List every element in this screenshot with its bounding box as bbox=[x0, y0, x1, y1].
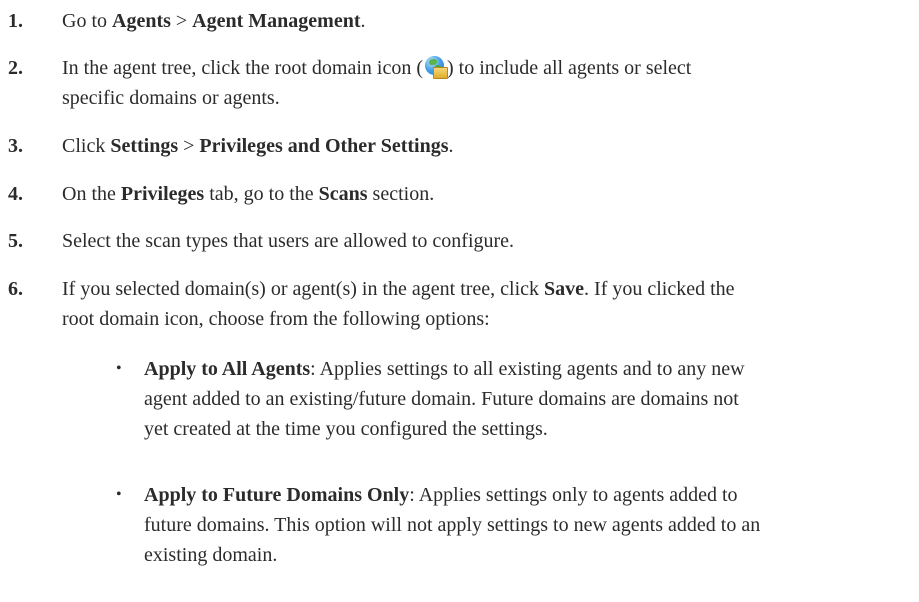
step-text: In the agent tree, click the root domain… bbox=[62, 53, 912, 113]
text-run: If you selected domain(s) or agent(s) in… bbox=[62, 278, 545, 300]
ui-term-scans: Scans bbox=[318, 183, 368, 205]
text-run: In the agent tree, click the root domain… bbox=[62, 57, 423, 79]
step-text: Click Settings > Privileges and Other Se… bbox=[62, 131, 912, 161]
option-title: Apply to All Agents bbox=[144, 358, 311, 380]
option-title: Apply to Future Domains Only bbox=[144, 484, 410, 506]
ui-term-agents: Agents bbox=[112, 10, 171, 32]
text-run: Click bbox=[62, 135, 111, 157]
text-run: : Applies settings to all existing agent… bbox=[310, 358, 745, 380]
text-run: . bbox=[448, 135, 454, 157]
text-run: On the bbox=[62, 183, 121, 205]
step-text: If you selected domain(s) or agent(s) in… bbox=[62, 274, 912, 334]
bullet-icon: • bbox=[116, 360, 122, 377]
text-run: ) to include all agents or select bbox=[446, 57, 692, 79]
text-run: : Applies settings only to agents added … bbox=[409, 484, 738, 506]
text-run: existing domain. bbox=[144, 544, 278, 566]
text-run: tab, go to the bbox=[204, 183, 319, 205]
step-number: 4. bbox=[8, 183, 23, 205]
text-run: root domain icon, choose from the follow… bbox=[62, 308, 490, 330]
step-number: 1. bbox=[8, 10, 23, 32]
text-run: > bbox=[170, 10, 193, 32]
text-run: > bbox=[178, 135, 200, 157]
text-run: Go to bbox=[62, 10, 112, 32]
text-run: yet created at the time you configured t… bbox=[144, 418, 548, 440]
ui-term-settings: Settings bbox=[110, 135, 179, 157]
step-number: 6. bbox=[8, 278, 23, 300]
step-text: Go to Agents > Agent Management. bbox=[62, 6, 912, 36]
step-number: 5. bbox=[8, 230, 23, 252]
ui-term-privileges-and-other-settings: Privileges and Other Settings bbox=[199, 135, 449, 157]
ui-term-privileges: Privileges bbox=[120, 183, 205, 205]
step-number: 3. bbox=[8, 135, 23, 157]
text-run: . bbox=[360, 10, 366, 32]
step-text: Select the scan types that users are all… bbox=[62, 230, 515, 252]
bullet-icon: • bbox=[116, 486, 122, 503]
step-number: 2. bbox=[8, 57, 23, 79]
ui-term-save: Save bbox=[544, 278, 585, 300]
text-run: future domains. This option will not app… bbox=[144, 514, 761, 536]
option-text: Apply to All Agents: Applies settings to… bbox=[144, 354, 889, 444]
text-run: agent added to an existing/future domain… bbox=[144, 388, 739, 410]
text-run: specific domains or agents. bbox=[62, 87, 280, 109]
root-domain-globe-icon bbox=[424, 56, 448, 79]
ui-term-agent-management: Agent Management bbox=[192, 10, 361, 32]
option-text: Apply to Future Domains Only: Applies se… bbox=[144, 480, 889, 570]
text-run: . If you clicked the bbox=[584, 278, 735, 300]
step-text: On the Privileges tab, go to the Scans s… bbox=[62, 179, 912, 209]
text-run: section. bbox=[367, 183, 435, 205]
